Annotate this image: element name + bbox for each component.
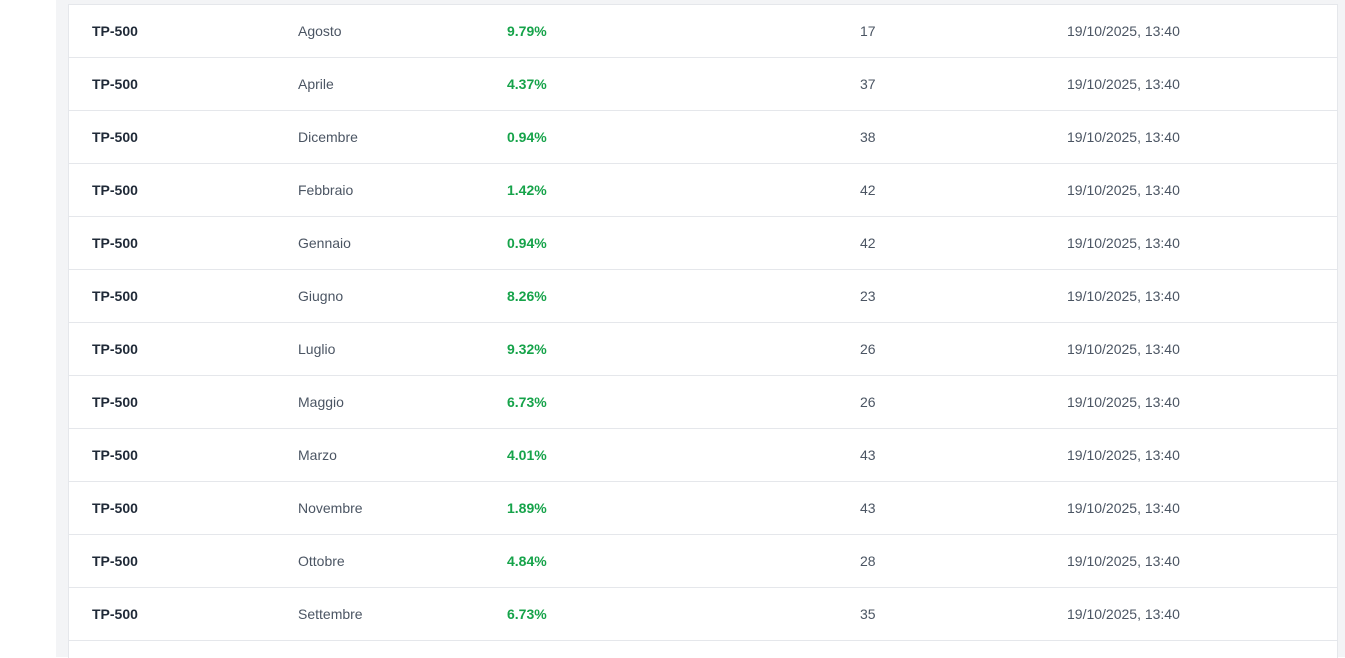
cell-percent: 4.84% xyxy=(507,553,547,569)
page: TP-500 Agosto 9.79% 17 19/10/2025, 13:40 TP-5… xyxy=(0,0,1345,658)
cell-count: 38 xyxy=(860,129,876,145)
cell-count: 28 xyxy=(860,553,876,569)
cell-month: Dicembre xyxy=(298,129,358,145)
cell-count: 23 xyxy=(860,288,876,304)
cell-count: 42 xyxy=(860,182,876,198)
cell-month: Settembre xyxy=(298,606,363,622)
table-row[interactable]: TP-500 Giugno 8.26% 23 19/10/2025, 13:40 xyxy=(69,270,1337,323)
cell-count: 17 xyxy=(860,23,876,39)
cell-month: Giugno xyxy=(298,288,344,304)
table-row[interactable]: TP-500 Gennaio 0.94% 42 19/10/2025, 13:40 xyxy=(69,217,1337,270)
cell-timestamp: 19/10/2025, 13:40 xyxy=(1067,235,1180,251)
table-row[interactable]: TP-500 Novembre 1.89% 43 19/10/2025, 13:40 xyxy=(69,482,1337,535)
cell-code: TP-500 xyxy=(92,341,138,357)
cell-month: Aprile xyxy=(298,76,334,92)
table-row[interactable]: TP-500 Settembre 6.73% 35 19/10/2025, 13:40 xyxy=(69,588,1337,641)
cell-timestamp: 19/10/2025, 13:40 xyxy=(1067,288,1180,304)
cell-code: TP-500 xyxy=(92,182,138,198)
cell-code: TP-500 xyxy=(92,447,138,463)
cell-count: 42 xyxy=(860,235,876,251)
cell-code: TP-500 xyxy=(92,23,138,39)
cell-percent: 0.94% xyxy=(507,129,547,145)
cell-month: Gennaio xyxy=(298,235,351,251)
cell-percent: 6.73% xyxy=(507,394,547,410)
table-body: TP-500 Agosto 9.79% 17 19/10/2025, 13:40 TP-5… xyxy=(69,5,1337,641)
table-row[interactable]: TP-500 Aprile 4.37% 37 19/10/2025, 13:40 xyxy=(69,58,1337,111)
cell-count: 26 xyxy=(860,394,876,410)
cell-code: TP-500 xyxy=(92,129,138,145)
cell-percent: 9.32% xyxy=(507,341,547,357)
cell-month: Agosto xyxy=(298,23,342,39)
cell-percent: 4.37% xyxy=(507,76,547,92)
data-table: TP-500 Agosto 9.79% 17 19/10/2025, 13:40 TP-5… xyxy=(68,4,1338,658)
cell-percent: 1.89% xyxy=(507,500,547,516)
cell-code: TP-500 xyxy=(92,394,138,410)
cell-code: TP-500 xyxy=(92,235,138,251)
cell-month: Novembre xyxy=(298,500,363,516)
cell-timestamp: 19/10/2025, 13:40 xyxy=(1067,23,1180,39)
cell-timestamp: 19/10/2025, 13:40 xyxy=(1067,447,1180,463)
cell-count: 37 xyxy=(860,76,876,92)
cell-timestamp: 19/10/2025, 13:40 xyxy=(1067,129,1180,145)
cell-timestamp: 19/10/2025, 13:40 xyxy=(1067,341,1180,357)
cell-month: Ottobre xyxy=(298,553,345,569)
table-row[interactable]: TP-500 Ottobre 4.84% 28 19/10/2025, 13:40 xyxy=(69,535,1337,588)
table-row[interactable]: TP-500 Maggio 6.73% 26 19/10/2025, 13:40 xyxy=(69,376,1337,429)
cell-timestamp: 19/10/2025, 13:40 xyxy=(1067,182,1180,198)
cell-percent: 8.26% xyxy=(507,288,547,304)
cell-timestamp: 19/10/2025, 13:40 xyxy=(1067,394,1180,410)
cell-percent: 1.42% xyxy=(507,182,547,198)
cell-code: TP-500 xyxy=(92,500,138,516)
cell-percent: 0.94% xyxy=(507,235,547,251)
table-row[interactable]: TP-500 Luglio 9.32% 26 19/10/2025, 13:40 xyxy=(69,323,1337,376)
cell-month: Maggio xyxy=(298,394,344,410)
cell-percent: 6.73% xyxy=(507,606,547,622)
table-row[interactable]: TP-500 Dicembre 0.94% 38 19/10/2025, 13:40 xyxy=(69,111,1337,164)
cell-timestamp: 19/10/2025, 13:40 xyxy=(1067,76,1180,92)
cell-percent: 9.79% xyxy=(507,23,547,39)
cell-code: TP-500 xyxy=(92,288,138,304)
cell-code: TP-500 xyxy=(92,553,138,569)
cell-count: 35 xyxy=(860,606,876,622)
table-row[interactable]: TP-500 Agosto 9.79% 17 19/10/2025, 13:40 xyxy=(69,5,1337,58)
cell-timestamp: 19/10/2025, 13:40 xyxy=(1067,500,1180,516)
cell-code: TP-500 xyxy=(92,606,138,622)
cell-timestamp: 19/10/2025, 13:40 xyxy=(1067,553,1180,569)
cell-count: 43 xyxy=(860,447,876,463)
table-row[interactable]: TP-500 Febbraio 1.42% 42 19/10/2025, 13:40 xyxy=(69,164,1337,217)
cell-month: Luglio xyxy=(298,341,336,357)
cell-timestamp: 19/10/2025, 13:40 xyxy=(1067,606,1180,622)
cell-code: TP-500 xyxy=(92,76,138,92)
table-row[interactable]: TP-500 Marzo 4.01% 43 19/10/2025, 13:40 xyxy=(69,429,1337,482)
cell-count: 43 xyxy=(860,500,876,516)
cell-count: 26 xyxy=(860,341,876,357)
cell-month: Marzo xyxy=(298,447,337,463)
cell-month: Febbraio xyxy=(298,182,354,198)
cell-percent: 4.01% xyxy=(507,447,547,463)
